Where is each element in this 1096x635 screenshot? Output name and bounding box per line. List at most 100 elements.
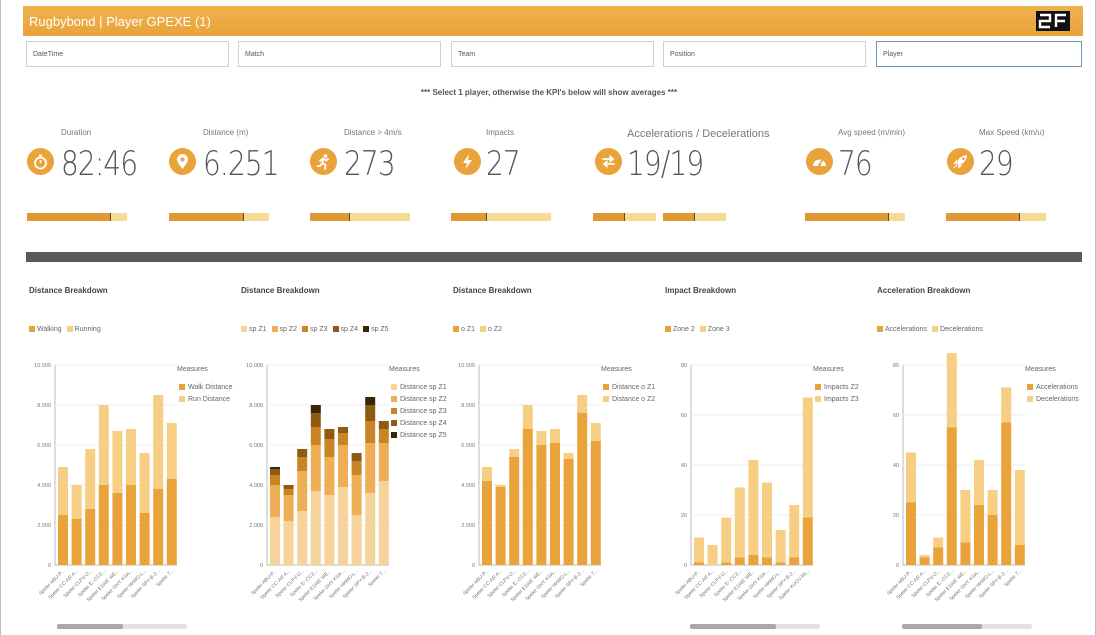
measures-legend-item[interactable]: Accelerations [1027,384,1078,391]
bar-chart[interactable]: 020406080Speler ABU-P...Speler CC-AR A..… [877,353,1087,623]
bar-chart[interactable]: 020406080Speler ABU-P...Speler CC-AR A..… [665,353,875,623]
filter-datetime[interactable]: DateTime [26,41,229,67]
bar-segment[interactable] [482,467,492,481]
bar-segment[interactable] [153,395,164,489]
bar-segment[interactable] [1014,470,1025,545]
bar-segment[interactable] [721,562,732,566]
measures-legend-item[interactable]: Distance sp Z3 [391,408,447,415]
scroll-thumb[interactable] [690,624,776,629]
bar-segment[interactable] [270,467,280,469]
bar-segment[interactable] [270,485,280,517]
bar-segment[interactable] [365,443,376,493]
bar-segment[interactable] [789,505,800,558]
bar-segment[interactable] [324,495,335,565]
chart-scrollbar[interactable] [690,624,820,629]
measures-legend-item[interactable]: Walk Distance [179,384,232,391]
legend-item[interactable]: sp Z5 [363,326,389,333]
bar-segment[interactable] [536,431,547,445]
bar-segment[interactable] [378,429,389,443]
bar-segment[interactable] [126,485,136,565]
bar-segment[interactable] [297,511,308,565]
bar-segment[interactable] [71,485,82,519]
measures-legend-item[interactable]: Impacts Z3 [815,396,859,403]
bar-segment[interactable] [297,449,308,457]
bar-segment[interactable] [270,469,280,475]
bar-segment[interactable] [509,449,520,457]
bar-segment[interactable] [338,433,348,445]
bar-segment[interactable] [351,475,362,515]
bar-segment[interactable] [338,427,348,433]
bar-segment[interactable] [802,517,813,566]
bar-segment[interactable] [762,482,772,558]
bar-segment[interactable] [734,487,745,558]
bar-segment[interactable] [694,562,704,566]
bar-chart[interactable]: 02.0004.0006.0008.00010.000Speler ABU-P.… [241,353,451,623]
measures-legend-item[interactable]: Distance sp Z5 [391,432,447,439]
legend-item[interactable]: sp Z4 [332,326,358,333]
bar-segment[interactable] [748,555,759,565]
bar-segment[interactable] [71,519,82,565]
bar-segment[interactable] [58,515,68,565]
scroll-thumb[interactable] [57,624,123,629]
bar-segment[interactable] [297,471,308,511]
bar-segment[interactable] [365,493,376,565]
legend-item[interactable]: Zone 2 [665,326,695,333]
bar-segment[interactable] [283,489,294,495]
bar-segment[interactable] [351,453,362,461]
bar-segment[interactable] [283,485,294,489]
measures-legend-item[interactable]: Distance sp Z2 [391,396,447,403]
bar-segment[interactable] [98,405,109,485]
legend-item[interactable]: Running [66,326,101,333]
bar-segment[interactable] [283,521,294,565]
bar-segment[interactable] [577,413,588,565]
bar-segment[interactable] [365,397,376,405]
bar-segment[interactable] [338,445,348,487]
bar-segment[interactable] [365,405,376,421]
bar-segment[interactable] [577,395,588,413]
bar-segment[interactable] [310,405,321,413]
bar-segment[interactable] [946,427,957,566]
bar-segment[interactable] [974,460,984,505]
bar-segment[interactable] [906,502,916,566]
bar-segment[interactable] [270,475,280,485]
bar-segment[interactable] [762,557,772,566]
bar-segment[interactable] [960,542,971,566]
bar-segment[interactable] [310,445,321,491]
bar-segment[interactable] [270,517,280,565]
measures-legend-item[interactable]: Distance sp Z4 [391,420,447,427]
bar-segment[interactable] [139,453,150,513]
chart-scrollbar[interactable] [57,624,187,629]
legend-item[interactable]: sp Z3 [302,326,328,333]
bar-segment[interactable] [351,461,362,475]
bar-segment[interactable] [550,429,560,443]
scroll-thumb[interactable] [902,624,982,629]
bar-segment[interactable] [987,490,998,515]
bar-segment[interactable] [563,453,574,459]
legend-item[interactable]: o Z2 [480,326,502,333]
bar-segment[interactable] [338,487,348,565]
measures-legend-item[interactable]: Run Distance [179,396,230,403]
bar-segment[interactable] [775,562,786,566]
bar-segment[interactable] [1014,545,1025,565]
bar-segment[interactable] [536,445,547,565]
bar-segment[interactable] [495,487,506,565]
legend-item[interactable]: Walking [29,326,62,333]
bar-segment[interactable] [126,429,136,485]
filter-player[interactable]: Player [876,41,1082,67]
bar-segment[interactable] [775,530,786,563]
bar-segment[interactable] [789,557,800,566]
bar-segment[interactable] [707,545,718,565]
bar-segment[interactable] [919,557,930,566]
bar-segment[interactable] [495,485,506,487]
bar-segment[interactable] [324,439,335,457]
bar-segment[interactable] [482,481,492,565]
bar-segment[interactable] [734,557,745,566]
bar-segment[interactable] [1001,422,1012,566]
bar-segment[interactable] [590,441,601,565]
bar-segment[interactable] [919,555,930,558]
bar-segment[interactable] [522,429,533,565]
bar-segment[interactable] [58,467,68,515]
bar-segment[interactable] [590,423,601,441]
bar-segment[interactable] [310,491,321,565]
bar-segment[interactable] [550,443,560,565]
